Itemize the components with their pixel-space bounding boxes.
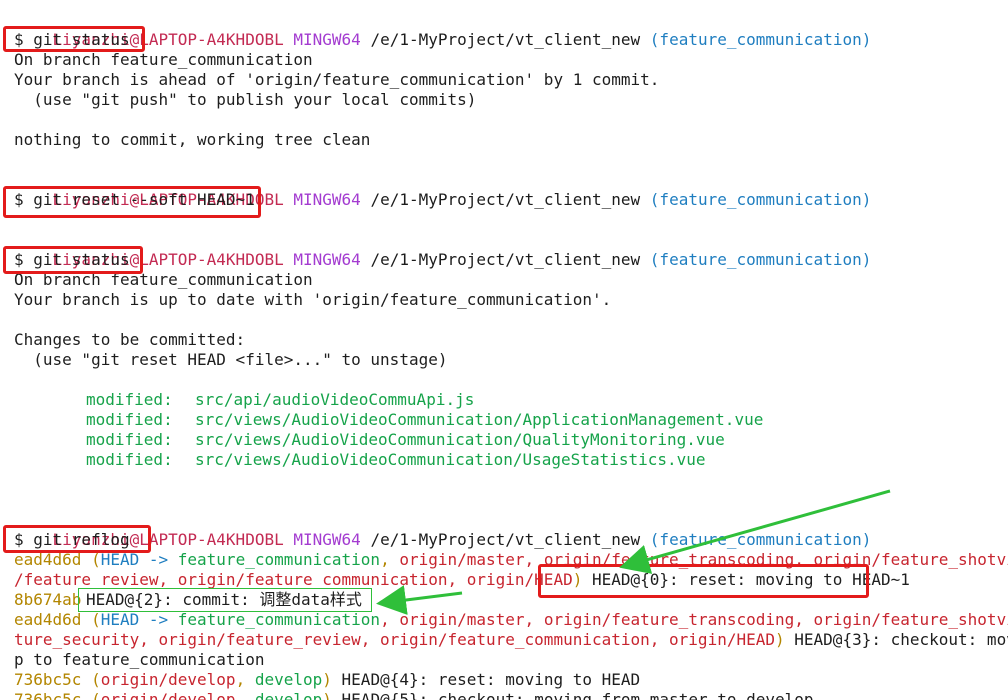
modified-label: modified:: [86, 410, 173, 429]
highlight-box-head0: [538, 564, 869, 598]
reflog-line: 736bc5c (origin/develop, develop) HEAD@{…: [14, 690, 814, 700]
commit-hash: 736bc5c: [14, 690, 82, 700]
prompt-system: MINGW64: [293, 30, 361, 49]
local-branch-ref: feature_communication: [177, 610, 381, 629]
modified-file: src/views/AudioVideoCommunication/Qualit…: [195, 430, 725, 449]
output-line: Changes to be committed:: [14, 330, 246, 349]
commit-hash: 736bc5c: [14, 670, 82, 689]
prompt-path: /e/1-MyProject/vt_client_new: [370, 190, 641, 209]
modified-file: src/api/audioVideoCommuApi.js: [195, 390, 475, 409]
output-line: nothing to commit, working tree clean: [14, 130, 371, 149]
prompt-branch: (feature_communication): [649, 530, 872, 549]
highlight-box-reflog: [3, 525, 151, 553]
arrow-to-head2: [376, 585, 463, 615]
output-line: (use "git reset HEAD <file>..." to unsta…: [14, 350, 448, 369]
modified-label: modified:: [86, 390, 173, 409]
head-ref: HEAD ->: [100, 610, 178, 629]
modified-file: src/views/AudioVideoCommunication/UsageS…: [195, 450, 706, 469]
reflog-entry: HEAD@{4}: reset: moving to HEAD: [331, 670, 641, 689]
remote-refs: origin/develop: [100, 690, 236, 700]
prompt-branch: (feature_communication): [649, 30, 872, 49]
prompt-path: /e/1-MyProject/vt_client_new: [370, 30, 641, 49]
prompt-system: MINGW64: [293, 530, 361, 549]
highlight-box-reset: [3, 186, 261, 218]
highlight-box-status1: [3, 26, 145, 52]
remote-refs: origin/develop: [100, 670, 236, 689]
output-line: Your branch is up to date with 'origin/f…: [14, 290, 612, 309]
local-branch-ref: develop: [254, 670, 323, 689]
modified-line: modified: src/api/audioVideoCommuApi.js: [86, 390, 474, 410]
modified-label: modified:: [86, 430, 173, 449]
reflog-line: 8b674ab HEAD@{2}: commit: 调整data样式: [14, 590, 362, 610]
reflog-entry: HEAD@{3}: checkout: moving fro: [794, 630, 1008, 649]
prompt-branch: (feature_communication): [649, 190, 872, 209]
output-line: Your branch is ahead of 'origin/feature_…: [14, 70, 660, 89]
remote-refs: /feature_review, origin/feature_communic…: [14, 570, 573, 589]
modified-line: modified: src/views/AudioVideoCommunicati…: [86, 410, 763, 430]
modified-line: modified: src/views/AudioVideoCommunicati…: [86, 450, 706, 470]
prompt-system: MINGW64: [293, 190, 361, 209]
reflog-line: ture_security, origin/feature_review, or…: [14, 630, 1008, 650]
highlight-box-status2: [3, 246, 143, 274]
highlight-box-head2: [78, 588, 372, 612]
remote-refs: , origin/master, origin/feature_transcod…: [380, 610, 1008, 629]
modified-label: modified:: [86, 450, 173, 469]
output-line: On branch feature_communication: [14, 50, 313, 69]
modified-file: src/views/AudioVideoCommunication/Applic…: [195, 410, 764, 429]
reflog-entry: HEAD@{5}: checkout: moving from master t…: [331, 690, 814, 700]
commit-hash: 8b674ab: [14, 590, 82, 609]
terminal-window[interactable]: Liyanzhi@LAPTOP-A4KHDOBL MINGW64 /e/1-My…: [0, 0, 1008, 700]
local-branch-ref: develop: [254, 690, 323, 700]
modified-line: modified: src/views/AudioVideoCommunicati…: [86, 430, 725, 450]
prompt-path: /e/1-MyProject/vt_client_new: [370, 250, 641, 269]
local-branch-ref: feature_communication: [177, 550, 381, 569]
prompt-branch: (feature_communication): [649, 250, 872, 269]
commit-hash: ead4d6d: [14, 610, 82, 629]
prompt-system: MINGW64: [293, 250, 361, 269]
output-line: (use "git push" to publish your local co…: [14, 90, 477, 109]
prompt-path: /e/1-MyProject/vt_client_new: [370, 530, 641, 549]
reflog-line: p to feature_communication: [14, 650, 265, 669]
remote-refs: ture_security, origin/feature_review, or…: [14, 630, 775, 649]
reflog-line: ead4d6d (HEAD -> feature_communication, …: [14, 610, 1008, 630]
reflog-line: 736bc5c (origin/develop, develop) HEAD@{…: [14, 670, 641, 689]
